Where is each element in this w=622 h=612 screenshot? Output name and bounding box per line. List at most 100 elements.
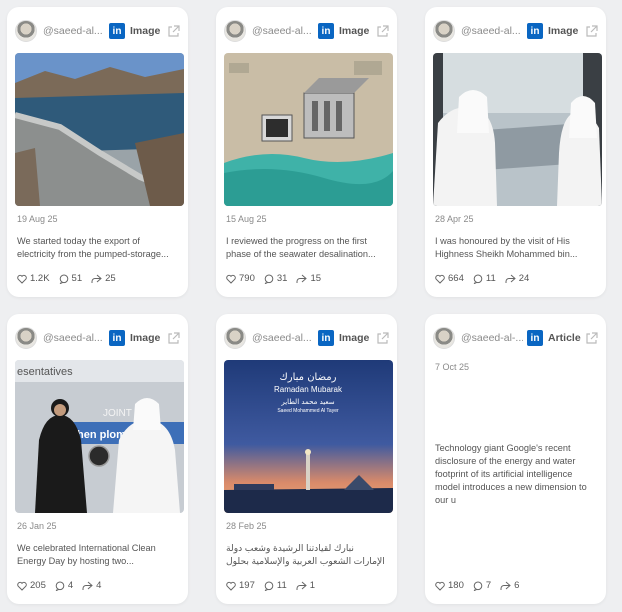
heart-icon <box>226 581 236 591</box>
share-stat[interactable]: 1 <box>296 580 315 591</box>
post-image-award[interactable]: esentatives JOINT EX hen plomacy 20 <box>15 360 184 513</box>
external-link-icon[interactable] <box>585 24 598 38</box>
avatar <box>433 20 455 42</box>
like-stat[interactable]: 180 <box>435 580 464 591</box>
comment-icon <box>473 274 483 284</box>
share-icon <box>500 581 511 590</box>
post-stats: 1.2K 51 25 <box>17 273 125 284</box>
ramadan-name-arabic: سعيد محمد الطاير <box>280 398 334 406</box>
post-card[interactable]: @saeed-al... in Image 28 Apr 25 I was ho… <box>425 7 606 297</box>
heart-icon <box>17 274 27 284</box>
comment-icon <box>473 581 483 591</box>
avatar <box>224 327 246 349</box>
post-type-label: Image <box>339 25 370 37</box>
share-stat[interactable]: 4 <box>82 580 101 591</box>
linkedin-icon: in <box>109 330 125 346</box>
share-icon <box>296 581 307 590</box>
external-link-icon[interactable] <box>167 331 180 345</box>
share-stat[interactable]: 24 <box>505 273 529 284</box>
post-stats: 205 4 4 <box>17 580 110 591</box>
post-header: @saeed-al... in Image <box>433 19 598 43</box>
post-card[interactable]: @saeed-al... in Image esentatives JOINT … <box>7 314 188 604</box>
ramadan-english: Ramadan Mubarak <box>274 385 343 394</box>
like-stat[interactable]: 205 <box>17 580 46 591</box>
comment-stat[interactable]: 51 <box>59 273 82 284</box>
author-handle: @saeed-al-... <box>461 332 523 344</box>
post-stats: 180 7 6 <box>435 580 528 591</box>
ramadan-name-english: Saeed Mohammed Al Tayer <box>277 408 339 414</box>
post-date: 28 Feb 25 <box>226 521 267 531</box>
post-card[interactable]: @saeed-al... in Image 19 Aug 25 We start… <box>7 7 188 297</box>
share-icon <box>505 274 516 283</box>
post-card[interactable]: @saeed-al... in Image 15 Aug 25 I review… <box>216 7 397 297</box>
image-caption-top: esentatives <box>17 366 73 378</box>
author-handle: @saeed-al... <box>252 332 312 344</box>
linkedin-icon: in <box>527 330 543 346</box>
external-link-icon[interactable] <box>167 24 180 38</box>
post-text: I reviewed the progress on the first pha… <box>226 236 376 259</box>
comment-icon <box>264 274 274 284</box>
post-type-label: Image <box>548 25 579 37</box>
comment-stat[interactable]: 31 <box>264 273 287 284</box>
post-type-label: Image <box>130 332 161 344</box>
post-text: We started today the export of electrici… <box>17 236 169 259</box>
post-text: I was honoured by the visit of His Highn… <box>435 236 578 259</box>
comment-icon <box>264 581 274 591</box>
author-handle: @saeed-al... <box>461 25 521 37</box>
like-stat[interactable]: 1.2K <box>17 273 50 284</box>
comment-stat[interactable]: 4 <box>55 580 73 591</box>
post-text: We celebrated International Clean Energy… <box>17 543 156 566</box>
post-card[interactable]: @saeed-al-... in Article 7 Oct 25 Techno… <box>425 314 606 604</box>
avatar <box>15 327 37 349</box>
post-image-ramadan[interactable]: رمضان مبارك Ramadan Mubarak سعيد محمد ال… <box>224 360 393 513</box>
comment-stat[interactable]: 11 <box>473 273 496 284</box>
author-handle: @saeed-al... <box>43 25 103 37</box>
post-image-dam[interactable] <box>15 53 184 206</box>
like-stat[interactable]: 664 <box>435 273 464 284</box>
linkedin-icon: in <box>527 23 543 39</box>
comment-stat[interactable]: 7 <box>473 580 491 591</box>
external-link-icon[interactable] <box>376 331 389 345</box>
heart-icon <box>226 274 236 284</box>
post-header: @saeed-al... in Image <box>224 326 389 350</box>
share-icon <box>91 274 102 283</box>
like-stat[interactable]: 197 <box>226 580 255 591</box>
post-stats: 790 31 15 <box>226 273 330 284</box>
heart-icon <box>435 581 445 591</box>
post-header: @saeed-al... in Image <box>15 326 180 350</box>
share-stat[interactable]: 25 <box>91 273 116 284</box>
comment-icon <box>55 581 65 591</box>
post-header: @saeed-al-... in Article <box>433 326 598 350</box>
linkedin-icon: in <box>318 330 334 346</box>
post-header: @saeed-al... in Image <box>15 19 180 43</box>
post-type-label: Image <box>339 332 370 344</box>
comment-icon <box>59 274 68 284</box>
avatar <box>433 327 455 349</box>
external-link-icon[interactable] <box>585 331 598 345</box>
post-type-label: Image <box>130 25 161 37</box>
post-stats: 664 11 24 <box>435 273 538 284</box>
post-date: 28 Apr 25 <box>435 214 474 224</box>
avatar <box>15 20 37 42</box>
post-date: 19 Aug 25 <box>17 214 58 224</box>
posts-grid: @saeed-al... in Image 19 Aug 25 We start… <box>0 0 622 612</box>
author-handle: @saeed-al... <box>252 25 312 37</box>
external-link-icon[interactable] <box>376 24 389 38</box>
post-image-visit[interactable] <box>433 53 602 206</box>
post-date: 7 Oct 25 <box>435 362 470 372</box>
ramadan-arabic: رمضان مبارك <box>280 372 337 383</box>
share-stat[interactable]: 6 <box>500 580 519 591</box>
like-stat[interactable]: 790 <box>226 273 255 284</box>
heart-icon <box>17 581 27 591</box>
post-header: @saeed-al... in Image <box>224 19 389 43</box>
post-text: Technology giant Google's recent disclos… <box>435 443 587 505</box>
linkedin-icon: in <box>109 23 125 39</box>
share-stat[interactable]: 15 <box>296 273 321 284</box>
post-card[interactable]: @saeed-al... in Image رمضان مبارك Ramada… <box>216 314 397 604</box>
share-icon <box>296 274 308 283</box>
post-image-desalination[interactable] <box>224 53 393 206</box>
post-text: نبارك لقيادتنا الرشيدة وشعب دولة الإمارا… <box>226 543 385 566</box>
post-date: 15 Aug 25 <box>226 214 267 224</box>
post-date: 26 Jan 25 <box>17 521 57 531</box>
comment-stat[interactable]: 11 <box>264 580 287 591</box>
